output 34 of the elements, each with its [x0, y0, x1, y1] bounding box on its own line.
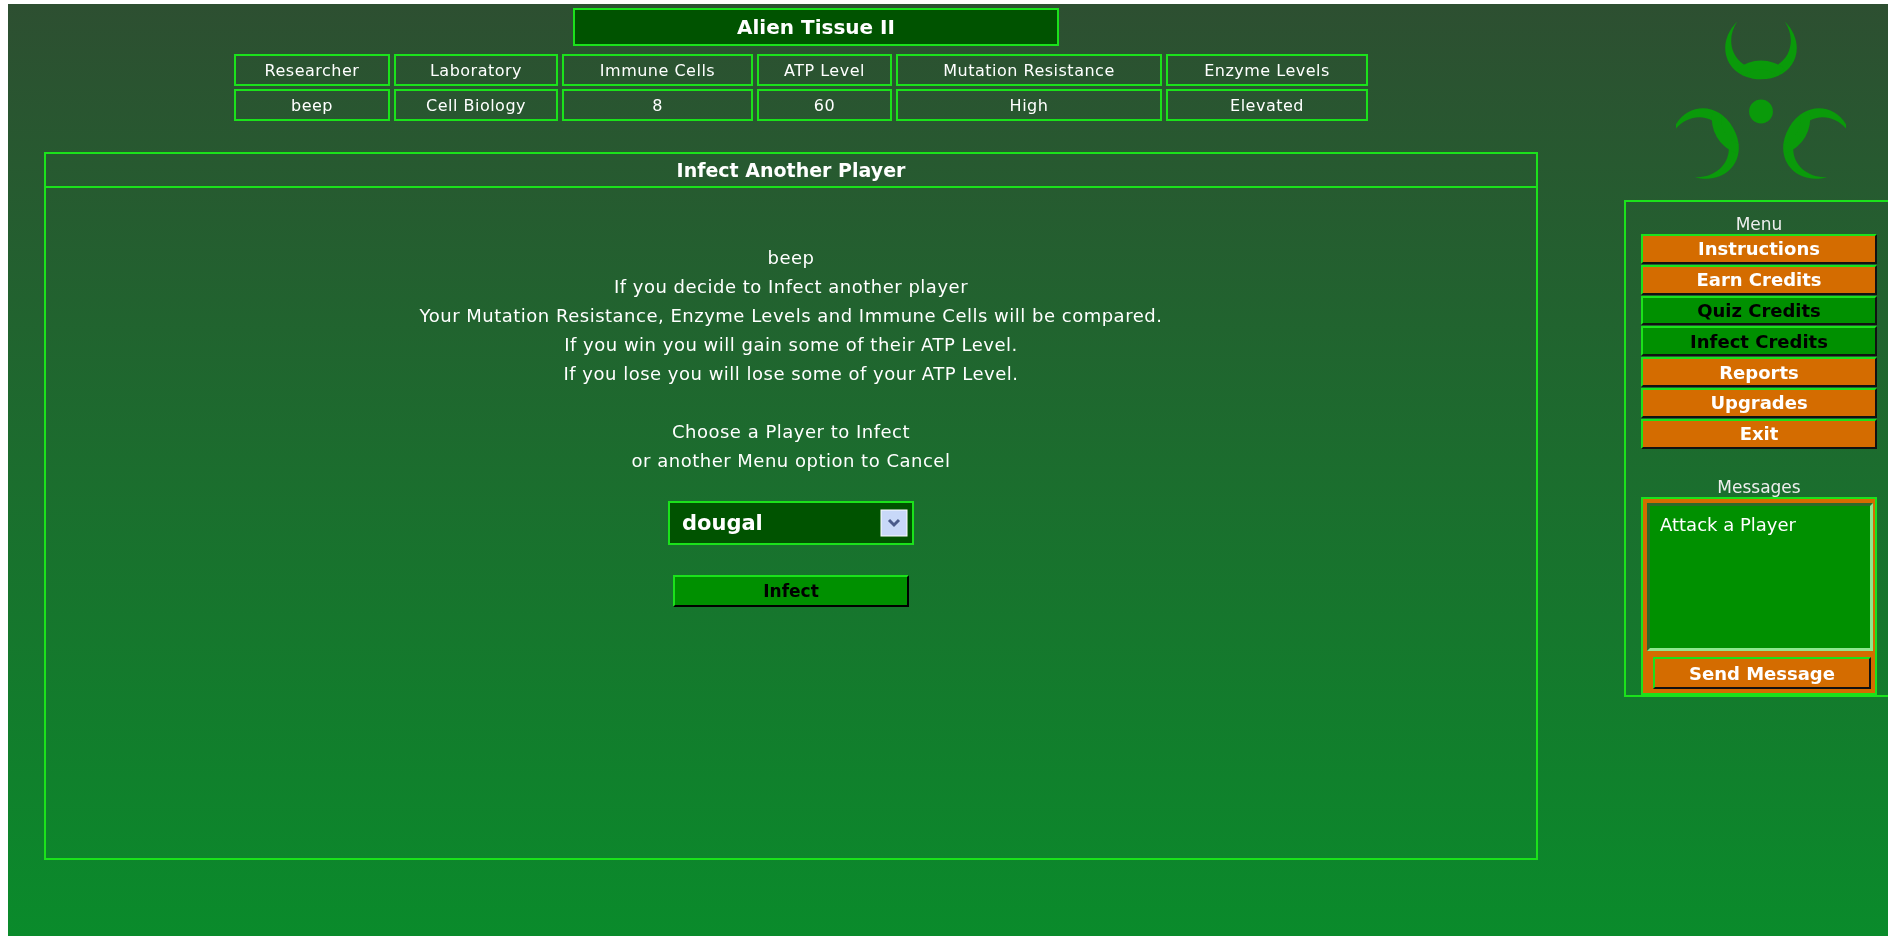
stat-value: High [896, 89, 1162, 121]
info-line: If you decide to Infect another player [613, 275, 969, 299]
menu-button[interactable]: Instructions [1641, 234, 1877, 264]
game-title: Alien Tissue II [573, 8, 1059, 46]
menu-button[interactable]: Upgrades [1641, 388, 1877, 418]
menu-button[interactable]: Quiz Credits [1641, 295, 1877, 326]
stat-label: Immune Cells [562, 54, 753, 86]
info-line: beep [767, 246, 815, 270]
menu-button[interactable]: Reports [1641, 357, 1877, 387]
stat-label: Researcher [234, 54, 390, 86]
stat-value: 8 [562, 89, 753, 121]
menu-button[interactable]: Exit [1641, 418, 1877, 449]
prompt-line: or another Menu option to Cancel [631, 449, 951, 473]
send-message-button[interactable]: Send Message [1653, 657, 1871, 690]
stat-value: Elevated [1166, 89, 1368, 121]
info-line: If you win you will gain some of their ATP Level. [564, 333, 1018, 357]
panel-heading: Infect Another Player [46, 154, 1536, 188]
stat-value: beep [234, 89, 390, 121]
stat-label: Laboratory [394, 54, 558, 86]
stat-label: Mutation Resistance [896, 54, 1162, 86]
info-line: If you lose you will lose some of your ATP Level. [563, 362, 1019, 386]
menu-button[interactable]: Earn Credits [1641, 264, 1877, 295]
info-line: Your Mutation Resistance, Enzyme Levels and Immune Cells will be compared. [419, 304, 1163, 328]
stat-label: Enzyme Levels [1166, 54, 1368, 86]
prompt-line: Choose a Player to Infect [671, 420, 910, 444]
player-select[interactable]: dougal [668, 501, 914, 545]
menu-button[interactable]: Infect Credits [1641, 326, 1877, 357]
stat-value: Cell Biology [394, 89, 558, 121]
infect-button[interactable]: Infect [673, 575, 909, 607]
stat-label: ATP Level [757, 54, 892, 86]
menu-heading: Menu [1735, 214, 1783, 234]
message-field[interactable]: Attack a Player [1647, 503, 1873, 652]
messages-heading: Messages [1717, 477, 1801, 498]
stat-value: 60 [757, 89, 892, 121]
